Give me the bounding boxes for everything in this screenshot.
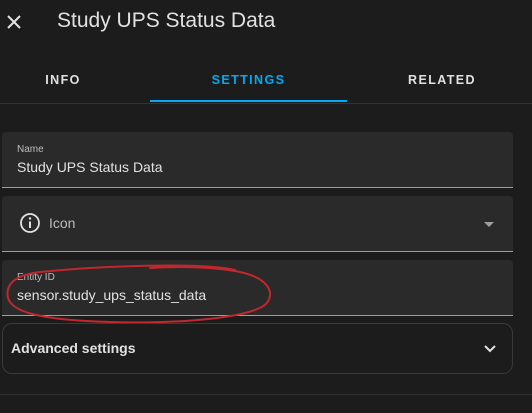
entity-id-field-label: Entity ID (17, 272, 55, 283)
icon-picker-placeholder: Icon (49, 215, 76, 231)
name-field-value[interactable]: Study UPS Status Data (17, 159, 163, 175)
entity-id-field[interactable]: Entity ID sensor.study_ups_status_data (2, 260, 513, 316)
menu-down-icon[interactable] (482, 220, 496, 230)
information-outline-icon (20, 213, 40, 233)
advanced-settings-label: Advanced settings (11, 340, 136, 356)
tab-bar: INFO SETTINGS RELATED (0, 56, 532, 104)
tab-settings[interactable]: SETTINGS (150, 56, 347, 103)
close-icon (7, 15, 21, 29)
entity-settings-dialog: Study UPS Status Data INFO SETTINGS RELA… (0, 0, 532, 413)
tab-info[interactable]: INFO (0, 56, 126, 103)
name-field-label: Name (17, 144, 44, 155)
dialog-title: Study UPS Status Data (57, 9, 276, 32)
active-tab-indicator (150, 100, 347, 102)
tab-related[interactable]: RELATED (368, 56, 516, 103)
dialog-header: Study UPS Status Data (0, 0, 532, 44)
section-divider (0, 394, 532, 395)
advanced-settings-expander[interactable]: Advanced settings (2, 323, 513, 374)
entity-id-field-value[interactable]: sensor.study_ups_status_data (17, 287, 206, 303)
close-button[interactable] (0, 2, 28, 42)
name-field[interactable]: Name Study UPS Status Data (2, 132, 513, 188)
icon-picker[interactable]: Icon (2, 196, 513, 252)
chevron-down-icon (484, 345, 496, 353)
